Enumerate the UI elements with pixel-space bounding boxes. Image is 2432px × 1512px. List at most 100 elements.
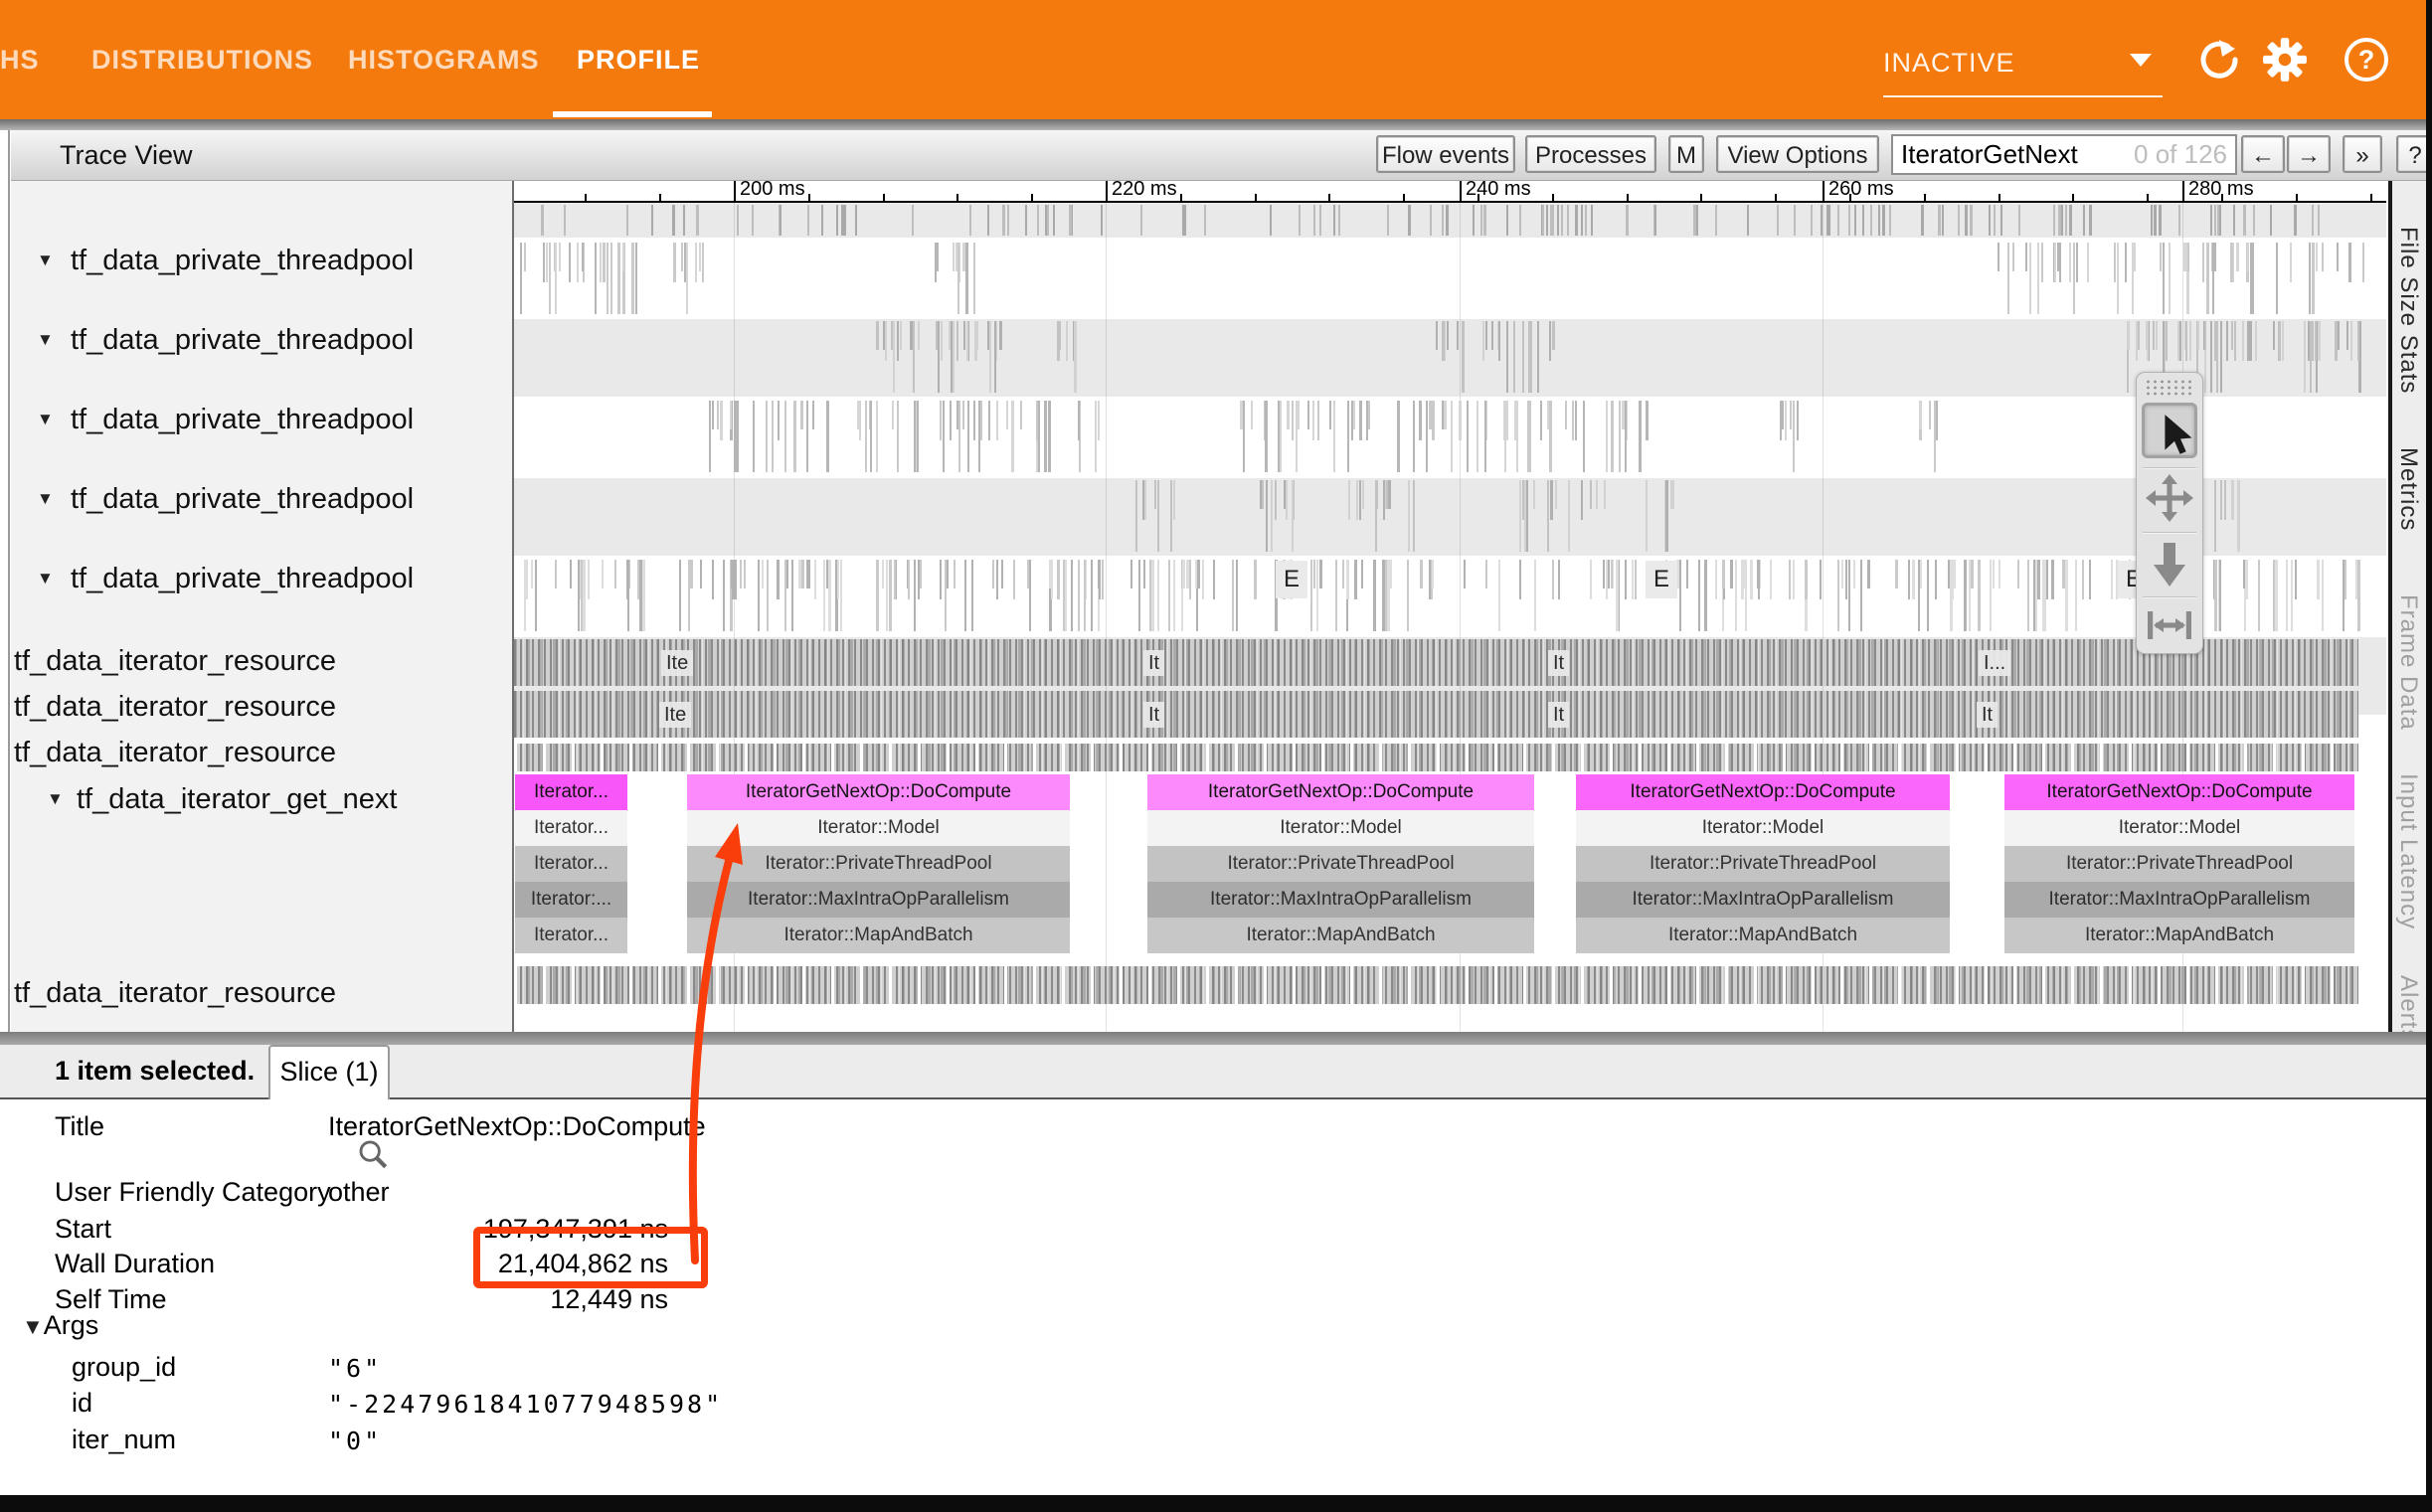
triangle-down-icon[interactable]: ▼: [47, 789, 64, 809]
metrics-m-button[interactable]: M: [1668, 135, 1704, 173]
refresh-icon[interactable]: [2195, 36, 2243, 84]
triangle-down-icon[interactable]: ▼: [37, 489, 54, 509]
gear-icon[interactable]: [2261, 36, 2309, 84]
slice-call[interactable]: Iterator...: [515, 810, 627, 846]
thread-row[interactable]: tf_data_iterator_resource: [11, 642, 512, 682]
magnifier-icon[interactable]: [356, 1137, 390, 1171]
slice-call[interactable]: Iterator::Model: [2004, 810, 2354, 846]
thread-row[interactable]: ▼tf_data_private_threadpool: [11, 560, 512, 599]
slice-call[interactable]: Iterator...: [515, 846, 627, 882]
triangle-down-icon[interactable]: ▼: [37, 330, 54, 350]
timing-tool-button[interactable]: [2142, 597, 2197, 653]
slice-call[interactable]: Iterator::MapAndBatch: [2004, 918, 2354, 953]
slice-call[interactable]: Iterator::MaxIntraOpParallelism: [2004, 882, 2354, 918]
top-tab-distributions[interactable]: DISTRIBUTIONS: [91, 0, 296, 119]
run-selector-dropdown[interactable]: INACTIVE: [1883, 34, 2163, 97]
thread-row[interactable]: ▼ tf_data_private_threadpool: [11, 401, 512, 440]
iterator-resource-activity[interactable]: [514, 691, 2358, 738]
chevron-down-icon[interactable]: [2130, 54, 2152, 67]
iterator-resource-activity[interactable]: [514, 966, 2358, 1004]
activity-tick: [1686, 560, 1688, 588]
activity-tick: [1313, 205, 1315, 236]
side-tab-file-size-stats[interactable]: File Size Stats: [2394, 227, 2422, 394]
thread-row[interactable]: ▼tf_data_private_threadpool: [11, 242, 512, 281]
slice-call[interactable]: Iterator::MapAndBatch: [687, 918, 1070, 953]
iterator-resource-activity[interactable]: [514, 744, 2358, 771]
slice-call[interactable]: Iterator::PrivateThreadPool: [1576, 846, 1950, 882]
activity-tick: [1547, 480, 1549, 552]
triangle-down-icon[interactable]: ▼: [37, 251, 54, 270]
thread-row[interactable]: ▼tf_data_private_threadpool: [11, 480, 512, 520]
activity-tick: [996, 560, 998, 599]
top-tab-hs[interactable]: HS: [0, 0, 44, 119]
activity-tick: [806, 401, 808, 472]
slice-call[interactable]: Iterator::Model: [1147, 810, 1534, 846]
top-tab-histograms[interactable]: HISTOGRAMS: [348, 0, 527, 119]
palette-drag-handle[interactable]: [2145, 379, 2194, 397]
top-tab-profile[interactable]: PROFILE: [577, 0, 690, 119]
activity-tick: [1561, 205, 1563, 236]
slice-call[interactable]: Iterator::MapAndBatch: [1576, 918, 1950, 953]
activity-tick: [2214, 321, 2217, 361]
activity-tick: [1552, 205, 1554, 236]
zoom-tool-button[interactable]: [2142, 535, 2197, 590]
slice-iterator-get-next[interactable]: IteratorGetNextOp::DoCompute: [687, 774, 1070, 810]
view-options-button[interactable]: View Options: [1716, 135, 1879, 173]
activity-tick: [1989, 205, 1991, 236]
triangle-down-icon[interactable]: ▼: [37, 569, 54, 588]
args-toggle[interactable]: ▼Args: [22, 1310, 98, 1341]
help-icon[interactable]: ?: [2343, 36, 2390, 84]
pan-tool-button[interactable]: [2142, 470, 2197, 526]
slice-call[interactable]: Iterator::MaxIntraOpParallelism: [1576, 882, 1950, 918]
expand-panel-button[interactable]: »: [2343, 135, 2382, 173]
activity-tick: [889, 560, 892, 631]
side-tab-input-latency[interactable]: Input Latency: [2394, 773, 2422, 929]
activity-tick: [1485, 321, 1487, 350]
slice-call[interactable]: Iterator...: [515, 918, 627, 953]
thread-row[interactable]: tf_data_iterator_resource: [11, 688, 512, 728]
slice-call[interactable]: Iterator::Model: [1576, 810, 1950, 846]
slice-call[interactable]: Iterator::MaxIntraOpParallelism: [687, 882, 1070, 918]
bottom-panel-divider[interactable]: [0, 1032, 2432, 1045]
processes-button[interactable]: Processes: [1525, 135, 1656, 173]
triangle-down-icon[interactable]: ▼: [37, 410, 54, 429]
thread-row-label: tf_data_private_threadpool: [71, 404, 414, 436]
side-tab-metrics[interactable]: Metrics: [2394, 447, 2422, 531]
thread-row[interactable]: ▼tf_data_iterator_get_next: [11, 780, 512, 820]
activity-tick: [1770, 560, 1772, 599]
activity-tick: [987, 205, 989, 236]
side-tab-frame-data[interactable]: Frame Data: [2394, 594, 2422, 731]
slice-call[interactable]: Iterator::PrivateThreadPool: [2004, 846, 2354, 882]
thread-row[interactable]: ▼tf_data_private_threadpool: [11, 321, 512, 361]
activity-tick: [1627, 205, 1629, 236]
slice-iterator-get-next[interactable]: Iterator...: [515, 774, 627, 810]
select-tool-button[interactable]: [2142, 403, 2197, 458]
iterator-resource-activity[interactable]: [514, 639, 2358, 686]
slice-call[interactable]: Iterator::MapAndBatch: [1147, 918, 1534, 953]
event-marker[interactable]: E: [1276, 561, 1307, 598]
event-marker[interactable]: E: [1646, 561, 1677, 598]
ruler-minor-tick: [2370, 194, 2372, 201]
activity-tick: [1590, 480, 1592, 509]
slice-call[interactable]: Iterator::PrivateThreadPool: [1147, 846, 1534, 882]
activity-tick: [2312, 243, 2315, 314]
activity-tick: [700, 560, 702, 588]
tab-slice[interactable]: Slice (1): [268, 1045, 390, 1099]
ruler-tick-label: 240 ms: [1466, 178, 1531, 201]
slice-iterator-get-next[interactable]: IteratorGetNextOp::DoCompute: [2004, 774, 2354, 810]
activity-tick: [1537, 321, 1539, 393]
slice-iterator-get-next[interactable]: IteratorGetNextOp::DoCompute: [1576, 774, 1950, 810]
thread-row[interactable]: tf_data_iterator_resource: [11, 974, 512, 1014]
slice-call[interactable]: Iterator::MaxIntraOpParallelism: [1147, 882, 1534, 918]
slice-call[interactable]: Iterator:...: [515, 882, 627, 918]
thread-row[interactable]: tf_data_iterator_resource: [11, 734, 512, 773]
find-input[interactable]: [1899, 137, 2142, 172]
trace-tracks-area[interactable]: EEEIteItItI...IteItItItIterator...Iterat…: [514, 203, 2386, 1032]
flow-events-button[interactable]: Flow events: [1376, 135, 1515, 173]
activity-tick: [753, 401, 755, 472]
slice-call[interactable]: Iterator::Model: [687, 810, 1070, 846]
slice-call[interactable]: Iterator::PrivateThreadPool: [687, 846, 1070, 882]
find-next-button[interactable]: →: [2287, 135, 2331, 173]
find-prev-button[interactable]: ←: [2241, 135, 2285, 173]
slice-iterator-get-next[interactable]: IteratorGetNextOp::DoCompute: [1147, 774, 1534, 810]
